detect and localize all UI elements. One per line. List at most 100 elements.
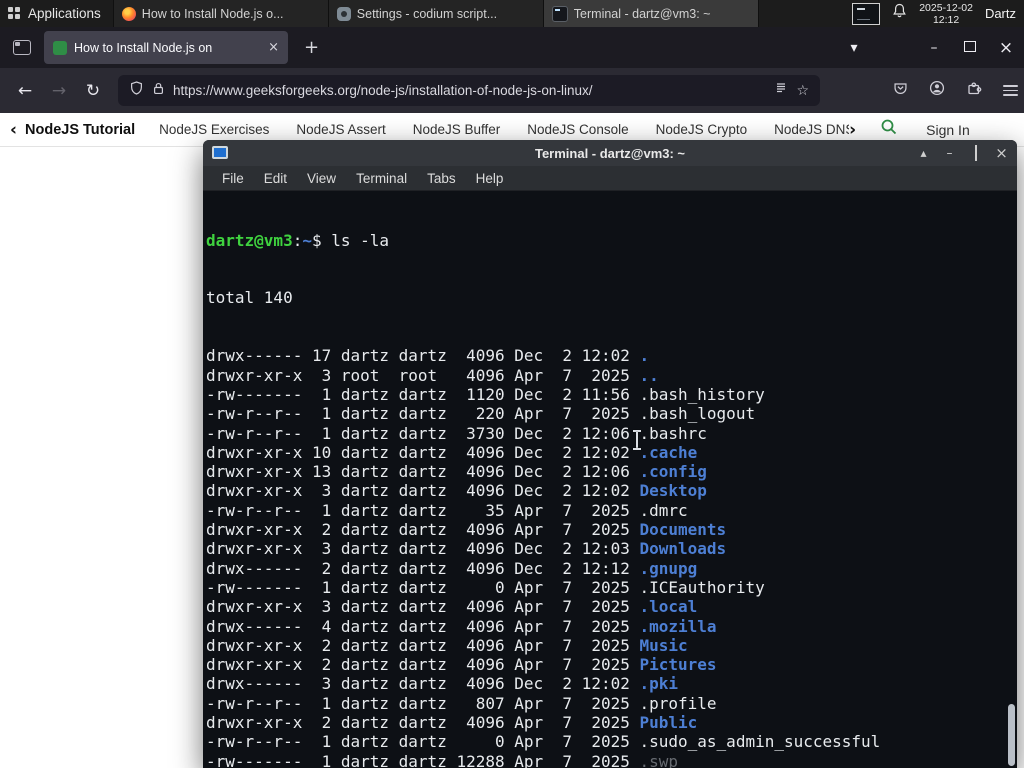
maximize-icon	[974, 145, 977, 161]
terminal-menu-terminal[interactable]: Terminal	[346, 171, 417, 186]
terminal-menu-view[interactable]: View	[297, 171, 346, 186]
site-brand[interactable]: NodeJS Tutorial	[25, 122, 135, 138]
nav-next-icon[interactable]: ›	[849, 120, 856, 140]
applications-menu[interactable]: Applications	[0, 0, 114, 27]
ls-row: drwxr-xr-x 13 dartz dartz 4096 Dec 2 12:…	[206, 462, 1003, 481]
back-button[interactable]: ←	[8, 81, 42, 101]
bookmark-star-icon[interactable]: ☆	[796, 83, 809, 99]
ls-row: drwxr-xr-x 3 dartz dartz 4096 Dec 2 12:0…	[206, 539, 1003, 558]
ls-filename: .mozilla	[639, 616, 717, 636]
ls-meta: drwx------ 4 dartz dartz 4096 Apr 7 2025	[206, 616, 640, 636]
ls-row: drwxr-xr-x 3 root root 4096 Apr 7 2025 .…	[206, 366, 1003, 385]
ls-row: drwx------ 17 dartz dartz 4096 Dec 2 12:…	[206, 346, 1003, 365]
window-minimize-button[interactable]: –	[916, 40, 952, 56]
extensions-puzzle-icon[interactable]	[966, 80, 982, 101]
site-nav-link[interactable]: NodeJS Assert	[296, 122, 385, 137]
account-icon[interactable]	[929, 80, 945, 101]
window-maximize-button[interactable]	[952, 40, 988, 56]
ls-meta: drwxr-xr-x 2 dartz dartz 4096 Apr 7 2025	[206, 655, 640, 675]
terminal-menu-bar: File Edit View Terminal Tabs Help	[203, 166, 1017, 191]
site-favicon	[53, 40, 67, 55]
prompt-user-host: dartz@vm3	[206, 230, 293, 250]
ls-meta: -rw-r--r-- 1 dartz dartz 220 Apr 7 2025	[206, 404, 640, 424]
terminal-app-icon	[212, 146, 228, 159]
clock[interactable]: 2025-12-02 12:12	[919, 2, 973, 26]
panel-user[interactable]: Dartz	[985, 6, 1016, 21]
sign-in-button[interactable]: Sign In	[926, 122, 970, 138]
prompt-dollar: $	[311, 230, 332, 250]
terminal-title: Terminal - dartz@vm3: ~	[534, 145, 686, 161]
terminal-close-button[interactable]: ×	[994, 144, 1009, 162]
ls-meta: drwxr-xr-x 2 dartz dartz 4096 Apr 7 2025	[206, 713, 640, 733]
ls-meta: drwxr-xr-x 10 dartz dartz 4096 Dec 2 12:…	[206, 442, 640, 462]
terminal-maximize-button[interactable]	[968, 145, 983, 161]
site-nav-link[interactable]: NodeJS DNS	[774, 122, 849, 137]
terminal-menu-file[interactable]: File	[212, 171, 254, 186]
ls-row: -rw------- 1 dartz dartz 0 Apr 7 2025 .I…	[206, 578, 1003, 597]
ls-filename: Music	[639, 635, 688, 655]
terminal-menu-edit[interactable]: Edit	[254, 171, 297, 186]
site-nav-link[interactable]: NodeJS Exercises	[159, 122, 269, 137]
reader-mode-icon[interactable]	[774, 81, 788, 100]
ls-row: -rw------- 1 dartz dartz 12288 Apr 7 202…	[206, 752, 1003, 768]
terminal-menu-tabs[interactable]: Tabs	[417, 171, 466, 186]
ls-meta: drwxr-xr-x 13 dartz dartz 4096 Dec 2 12:…	[206, 462, 640, 482]
nav-prev-icon[interactable]: ‹	[10, 120, 17, 140]
terminal-shade-button[interactable]: ▴	[916, 146, 931, 160]
firefox-view-icon[interactable]	[13, 40, 31, 55]
ls-row: drwx------ 2 dartz dartz 4096 Dec 2 12:1…	[206, 559, 1003, 578]
taskbar-item-label: How to Install Node.js o...	[141, 6, 284, 21]
ls-meta: drwxr-xr-x 2 dartz dartz 4096 Apr 7 2025	[206, 635, 640, 655]
ls-filename: .gnupg	[639, 558, 698, 578]
tray-terminal-icon[interactable]	[852, 2, 881, 25]
prompt-path: ~	[302, 230, 312, 250]
ls-meta: drwxr-xr-x 3 dartz dartz 4096 Dec 2 12:0…	[206, 481, 640, 501]
ls-row: drwx------ 4 dartz dartz 4096 Apr 7 2025…	[206, 617, 1003, 636]
firefox-icon	[121, 6, 136, 21]
window-close-button[interactable]: ×	[988, 38, 1024, 58]
mouse-cursor	[632, 430, 642, 450]
ls-row: -rw-r--r-- 1 dartz dartz 0 Apr 7 2025 .s…	[206, 732, 1003, 751]
menu-hamburger-icon[interactable]	[1003, 85, 1018, 96]
ls-meta: drwxr-xr-x 3 root root 4096 Apr 7 2025	[206, 365, 640, 385]
ls-row: -rw-r--r-- 1 dartz dartz 3730 Dec 2 12:0…	[206, 424, 1003, 443]
ls-filename: .bashrc	[639, 423, 707, 443]
maximize-icon	[964, 40, 976, 52]
clock-time: 12:12	[932, 13, 960, 26]
ls-filename: .pki	[639, 674, 679, 694]
url-bar[interactable]: https://www.geeksforgeeks.org/node-js/in…	[118, 75, 820, 106]
site-nav-link[interactable]: NodeJS Console	[527, 122, 628, 137]
forward-button[interactable]: →	[42, 81, 76, 101]
notification-bell-icon[interactable]	[892, 3, 907, 24]
prompt-colon: :	[292, 230, 303, 250]
pocket-icon[interactable]	[893, 81, 908, 101]
terminal-menu-help[interactable]: Help	[466, 171, 514, 186]
new-tab-button[interactable]: +	[304, 37, 319, 58]
ls-filename: .profile	[639, 693, 717, 713]
terminal-output[interactable]: dartz@vm3:~$ ls -la total 140 drwx------…	[203, 191, 1017, 768]
terminal-scrollbar[interactable]	[1006, 191, 1017, 768]
taskbar-item[interactable]: Terminal - dartz@vm3: ~	[543, 0, 759, 27]
browser-tab[interactable]: How to Install Node.js on ×	[44, 31, 288, 64]
tracking-shield-icon[interactable]	[129, 80, 144, 101]
ls-filename: .bash_logout	[639, 404, 756, 424]
list-all-tabs-icon[interactable]: ▾	[836, 40, 872, 56]
ls-filename: .	[639, 346, 650, 366]
ls-row: -rw-r--r-- 1 dartz dartz 35 Apr 7 2025 .…	[206, 501, 1003, 520]
reload-button[interactable]: ↻	[76, 81, 110, 101]
terminal-window: Terminal - dartz@vm3: ~ ▴ – × File Edit Vi…	[203, 140, 1017, 768]
tab-close-icon[interactable]: ×	[268, 40, 279, 55]
window-controls: ▾ – ×	[836, 27, 1024, 68]
terminal-minimize-button[interactable]: –	[942, 146, 957, 160]
url-text[interactable]: https://www.geeksforgeeks.org/node-js/in…	[173, 83, 766, 98]
toolbar-right-icons	[893, 80, 1024, 101]
site-nav-link[interactable]: NodeJS Crypto	[656, 122, 748, 137]
scrollbar-thumb[interactable]	[1008, 704, 1015, 766]
taskbar-item[interactable]: Settings - codium script...	[328, 0, 544, 27]
terminal-title-bar[interactable]: Terminal - dartz@vm3: ~ ▴ – ×	[203, 140, 1017, 166]
lock-icon[interactable]	[152, 81, 165, 101]
taskbar-item[interactable]: How to Install Node.js o...	[113, 0, 329, 27]
site-nav-link[interactable]: NodeJS Buffer	[413, 122, 501, 137]
ls-row: drwxr-xr-x 3 dartz dartz 4096 Apr 7 2025…	[206, 597, 1003, 616]
site-search-icon[interactable]	[880, 118, 898, 141]
